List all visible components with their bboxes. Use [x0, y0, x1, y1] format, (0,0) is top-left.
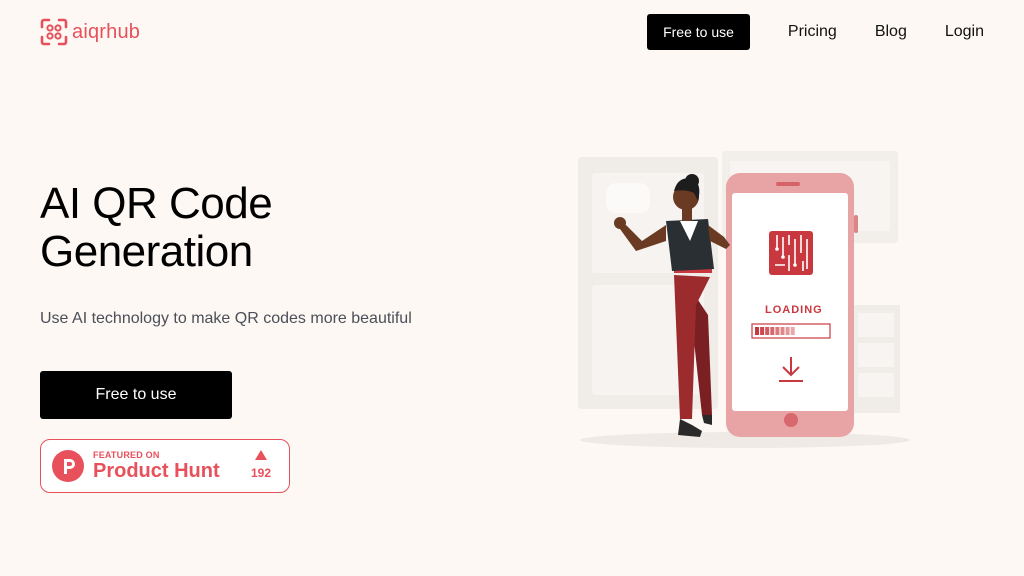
- upvote-counter: 192: [251, 450, 271, 480]
- progress-block: [765, 327, 770, 335]
- progress-block: [760, 327, 765, 335]
- upvote-triangle-icon: [254, 450, 267, 460]
- upvote-count: 192: [250, 466, 271, 480]
- brand-name: aiqrhub: [72, 20, 141, 43]
- brand-logo[interactable]: aiqrhub: [40, 18, 140, 46]
- landing-page: aiqrhub Free to use Pricing Blog Login A…: [0, 0, 1024, 576]
- nav-link-login[interactable]: Login: [945, 23, 984, 41]
- phone-loading-label: LOADING: [765, 304, 823, 316]
- progress-block: [775, 327, 780, 335]
- hero-title-line-1: AI QR Code: [40, 179, 273, 228]
- progress-block: [785, 327, 790, 335]
- product-hunt-text: FEATURED ON Product Hunt: [93, 450, 220, 482]
- product-hunt-badge[interactable]: FEATURED ON Product Hunt 192: [40, 439, 290, 493]
- woman-with-phone-illustration: [578, 151, 910, 448]
- featured-on-label: FEATURED ON: [93, 450, 160, 460]
- hero-title-line-2: Generation: [40, 227, 253, 276]
- nav-link-blog[interactable]: Blog: [875, 23, 907, 41]
- hero-title: AI QR Code Generation: [40, 179, 273, 276]
- product-hunt-name: Product Hunt: [93, 460, 220, 482]
- hero-free-to-use-button[interactable]: Free to use: [40, 371, 232, 419]
- site-header: aiqrhub Free to use Pricing Blog Login: [0, 0, 1024, 64]
- progress-block: [780, 327, 785, 335]
- progress-block: [755, 327, 759, 335]
- nav-link-pricing[interactable]: Pricing: [788, 23, 837, 41]
- progress-block: [770, 327, 775, 335]
- nav-free-to-use-button[interactable]: Free to use: [647, 14, 750, 50]
- circuit-chip-icon: [769, 231, 813, 275]
- product-hunt-p-icon: [52, 450, 84, 482]
- hero-subtitle: Use AI technology to make QR codes more …: [40, 310, 412, 327]
- top-nav: Free to use Pricing Blog Login: [647, 14, 984, 50]
- qr-frame-icon: [40, 18, 68, 46]
- progress-block: [790, 327, 795, 335]
- hero-illustration: LOADING: [570, 145, 920, 455]
